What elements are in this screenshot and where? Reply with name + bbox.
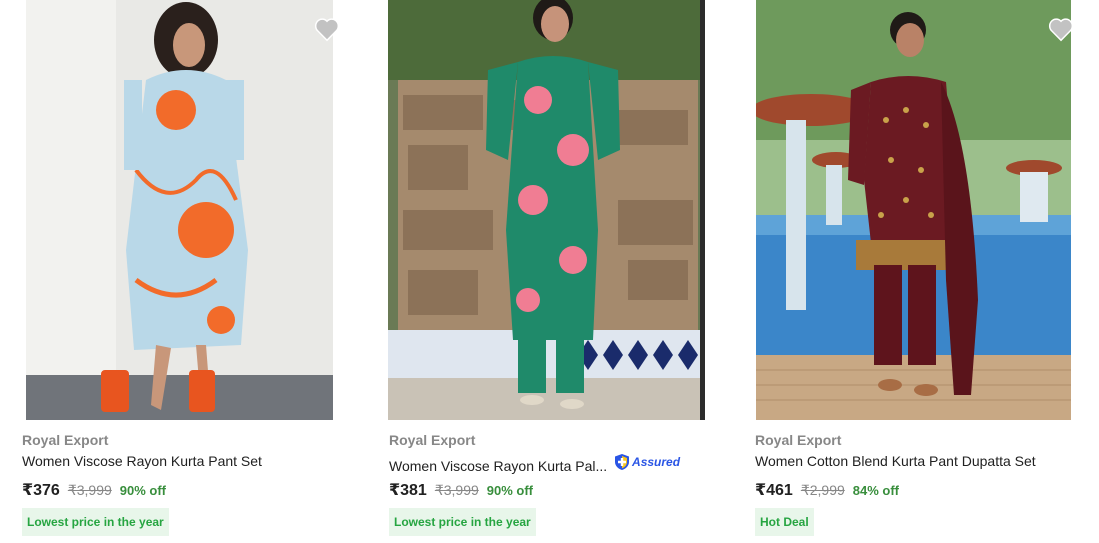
product-brand: Royal Export [22, 432, 109, 448]
product-price: ₹381 [389, 482, 427, 499]
deal-badge: Lowest price in the year [22, 508, 169, 536]
product-mrp: ₹3,999 [434, 482, 479, 498]
product-card[interactable]: Royal Export Women Viscose Rayon Kurta P… [388, 0, 709, 543]
product-discount: 90% off [119, 483, 167, 498]
deal-badge: Lowest price in the year [389, 508, 536, 536]
product-brand: Royal Export [389, 432, 476, 448]
product-image[interactable] [756, 0, 1071, 420]
wishlist-heart-icon[interactable] [312, 14, 342, 44]
product-mrp: ₹3,999 [67, 482, 112, 498]
price-row: ₹381 ₹3,999 90% off [389, 480, 533, 500]
product-brand: Royal Export [755, 432, 842, 448]
product-price: ₹461 [755, 482, 793, 499]
product-card[interactable]: Royal Export Women Cotton Blend Kurta Pa… [755, 0, 1075, 543]
product-title[interactable]: Women Viscose Rayon Kurta Pal... Assured [389, 453, 680, 474]
product-title[interactable]: Women Viscose Rayon Kurta Pant Set [22, 453, 262, 469]
product-card[interactable]: Royal Export Women Viscose Rayon Kurta P… [22, 0, 342, 543]
product-image[interactable] [26, 0, 333, 420]
deal-badge: Hot Deal [755, 508, 814, 536]
assured-label: Assured [632, 455, 681, 469]
product-title-text: Women Viscose Rayon Kurta Pal... [389, 458, 608, 474]
price-row: ₹461 ₹2,999 84% off [755, 480, 899, 500]
product-price: ₹376 [22, 482, 60, 499]
product-title[interactable]: Women Cotton Blend Kurta Pant Dupatta Se… [755, 453, 1036, 469]
assured-badge: Assured [614, 453, 680, 471]
product-image[interactable] [388, 0, 705, 420]
product-mrp: ₹2,999 [800, 482, 845, 498]
wishlist-heart-icon[interactable] [1046, 14, 1076, 44]
assured-shield-icon [615, 454, 630, 470]
product-discount: 84% off [852, 483, 900, 498]
price-row: ₹376 ₹3,999 90% off [22, 480, 166, 500]
product-discount: 90% off [486, 483, 534, 498]
